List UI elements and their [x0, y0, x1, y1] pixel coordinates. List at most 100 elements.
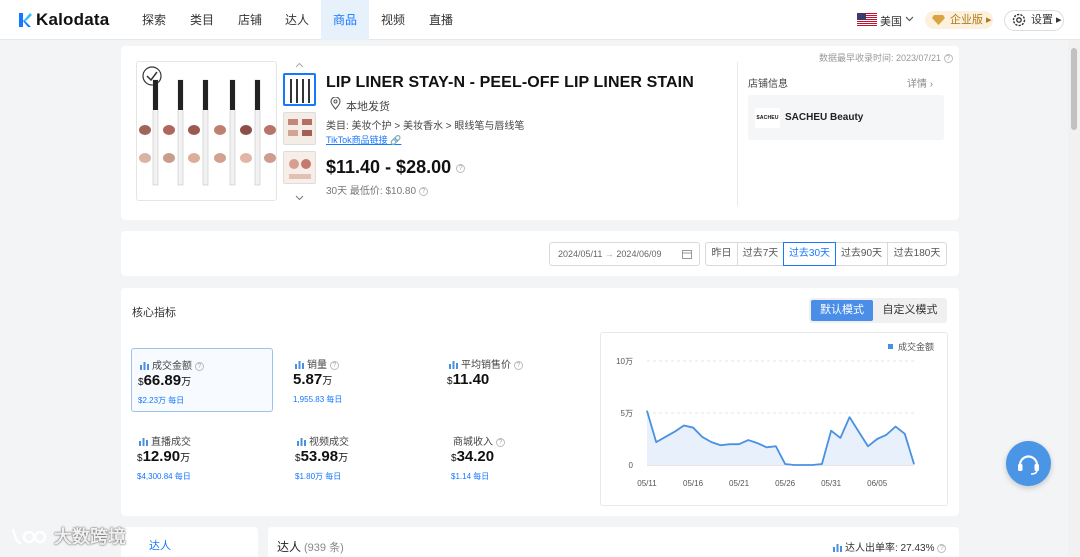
top-nav: Kalodata 探索 类目 店铺 达人 商品 视频 直播 美国 企业版 ▸ 设…: [0, 0, 1080, 40]
region-selector[interactable]: 美国: [880, 13, 902, 29]
nav-category[interactable]: 类目: [186, 0, 218, 40]
y-tick-label: 5万: [621, 409, 633, 418]
shop-details-link[interactable]: 详情 ›: [907, 75, 933, 90]
metric-label: 平均销售价 ?: [449, 356, 523, 371]
bar-chart-icon: [449, 361, 458, 369]
y-tick-label: 0: [629, 461, 634, 470]
data-point: [710, 441, 713, 443]
data-point: [913, 463, 915, 465]
brand-name: Kalodata: [36, 10, 110, 29]
thumbnail-1[interactable]: [283, 73, 316, 106]
product-image[interactable]: [136, 61, 277, 201]
metric-daily: $2.23万 每日: [138, 396, 185, 405]
creator-section-title: 达人: [277, 540, 302, 554]
thumbnail-3[interactable]: [283, 151, 316, 184]
data-point: [766, 446, 768, 448]
default-mode-button[interactable]: 默认模式: [811, 300, 873, 321]
range-yesterday[interactable]: 昨日: [705, 242, 738, 266]
data-point: [894, 425, 897, 428]
data-point: [858, 431, 860, 433]
y-tick-label: 10万: [616, 357, 633, 366]
metric-daily: $1.80万 每日: [295, 472, 342, 481]
lip-liner-pens-image: [139, 66, 276, 186]
location-pin-icon: [330, 97, 341, 110]
x-tick-label: 05/26: [775, 479, 796, 488]
x-tick-label: 06/05: [867, 479, 888, 488]
brand-logo[interactable]: Kalodata: [18, 10, 109, 30]
metric-mall-revenue[interactable]: 商城收入 ? $34.20 $1.14 每日: [445, 425, 587, 489]
metric-sales-volume[interactable]: 销量 ? 5.87万 1,955.83 每日: [287, 348, 429, 412]
help-icon: ?: [418, 186, 428, 196]
help-icon: ?: [495, 437, 505, 447]
nav-shop[interactable]: 店铺: [234, 0, 266, 40]
diamond-icon: [932, 15, 945, 25]
data-point: [876, 438, 878, 440]
data-point: [830, 430, 832, 432]
data-point: [775, 445, 777, 447]
lowest-price-30d: 30天 最低价: $10.80 ?: [326, 182, 428, 197]
data-point: [821, 463, 823, 465]
gmv-trend-chart: 10万 5万 0 05/11 05/16 05/21 05/26 05/31 06/05 成交金额: [600, 332, 948, 506]
data-point: [784, 463, 786, 465]
metric-value: $11.40: [447, 371, 490, 388]
data-point: [720, 444, 722, 446]
legend-label: 成交金额: [898, 341, 934, 352]
data-point: [756, 442, 759, 444]
product-category[interactable]: 类目: 美妆个护 > 美妆香水 > 眼线笔与唇线笔: [326, 117, 524, 132]
x-tick-label: 05/31: [821, 479, 842, 488]
enterprise-label: 企业版: [950, 14, 983, 26]
customer-support-button[interactable]: [1006, 441, 1051, 486]
chevron-up-icon[interactable]: [295, 62, 304, 68]
chevron-down-icon[interactable]: [905, 14, 914, 23]
tiktok-product-link[interactable]: TikTok商品链接 🔗: [326, 133, 401, 146]
settings-label: 设置: [1031, 14, 1053, 26]
range-180d[interactable]: 过去180天: [887, 242, 947, 266]
legend-swatch: [888, 344, 893, 349]
metric-value: $12.90万: [137, 448, 191, 465]
data-point: [674, 431, 676, 433]
bar-chart-icon: [295, 361, 304, 369]
nav-live[interactable]: 直播: [425, 0, 457, 40]
metric-gmv[interactable]: 成交金额 ? $66.89万 $2.23万 每日: [131, 348, 273, 412]
metric-live-gmv[interactable]: 直播成交 $12.90万 $4,300.84 每日: [131, 425, 273, 489]
data-point: [848, 416, 851, 418]
date-range-picker[interactable]: 2024/05/11 → 2024/06/09: [549, 242, 700, 266]
x-tick-label: 05/16: [683, 479, 704, 488]
core-metrics-title: 核心指标: [132, 307, 176, 319]
nav-video[interactable]: 视频: [377, 0, 409, 40]
metric-avg-price[interactable]: 平均销售价 ? $11.40: [441, 348, 583, 412]
custom-mode-button[interactable]: 自定义模式: [875, 300, 945, 321]
scrollbar-thumb[interactable]: [1071, 48, 1077, 130]
range-90d[interactable]: 过去90天: [835, 242, 888, 266]
x-tick-label: 05/21: [729, 479, 750, 488]
bar-chart-icon: [833, 544, 842, 552]
bar-chart-icon: [140, 362, 149, 370]
shipping-origin: 本地发货: [346, 101, 390, 113]
nav-creator[interactable]: 达人: [281, 0, 313, 40]
data-point: [664, 436, 667, 438]
thumbnail-2[interactable]: [283, 112, 316, 145]
nav-explore[interactable]: 探索: [138, 0, 170, 40]
metric-value: $53.98万: [295, 448, 349, 465]
range-7d[interactable]: 过去7天: [737, 242, 784, 266]
metric-video-gmv[interactable]: 视频成交 $53.98万 $1.80万 每日: [289, 425, 431, 489]
creator-tab[interactable]: 达人: [149, 537, 171, 553]
metric-daily: $4,300.84 每日: [137, 472, 191, 481]
sidebar-tab-card: 达人: [121, 527, 258, 557]
collected-at: 数据最早收录时间: 2023/07/21 ?: [819, 51, 953, 64]
nav-product[interactable]: 商品: [321, 0, 369, 40]
metric-label: 直播成交: [139, 433, 191, 448]
data-point: [655, 441, 657, 443]
data-point: [885, 434, 887, 436]
bar-chart-icon: [297, 438, 306, 446]
data-point: [793, 464, 795, 466]
data-point: [646, 410, 648, 412]
shop-name[interactable]: SACHEU Beauty: [785, 112, 863, 123]
help-icon: ?: [329, 360, 339, 370]
watermark: 大数跨境: [10, 523, 126, 549]
headset-icon: [1018, 455, 1039, 475]
shop-logo: SACHEU: [755, 108, 780, 128]
chevron-down-icon[interactable]: [295, 195, 304, 201]
range-30d[interactable]: 过去30天: [783, 242, 836, 266]
creator-count: (939 条): [304, 542, 344, 554]
